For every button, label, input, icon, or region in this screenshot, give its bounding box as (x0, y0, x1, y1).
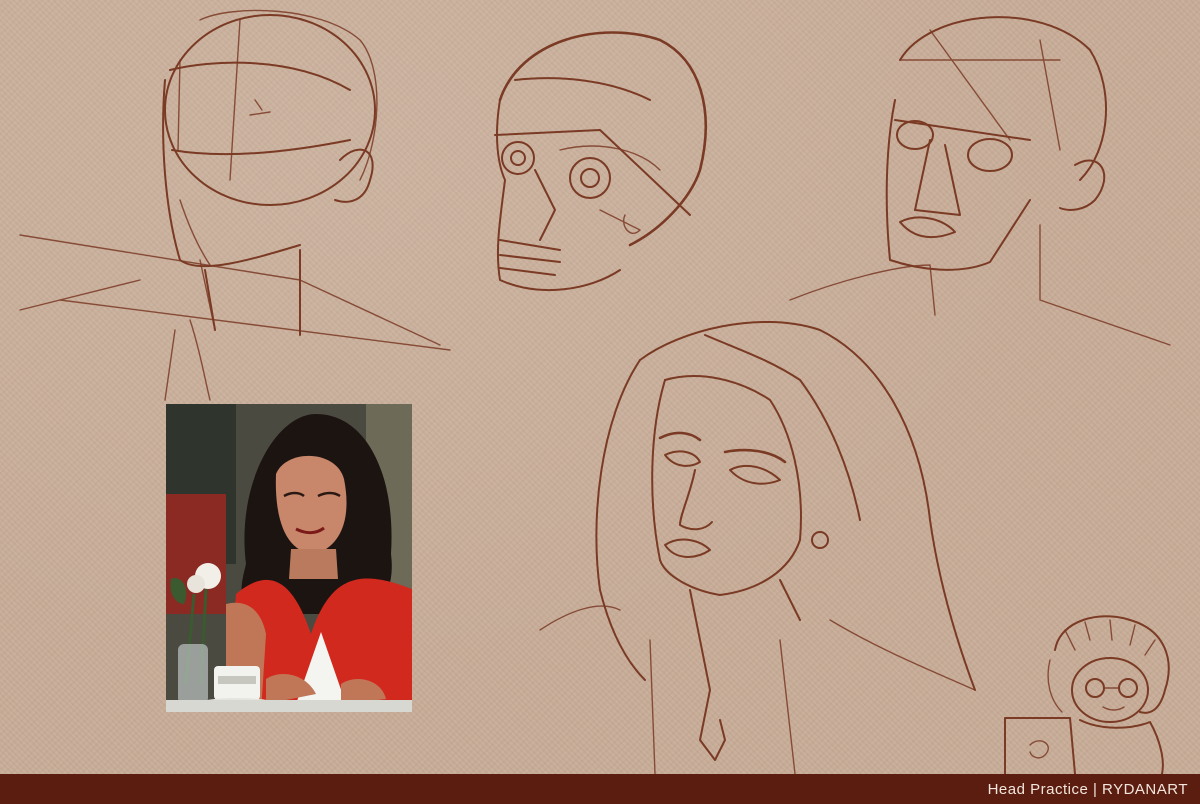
reference-photo-illustration (166, 404, 412, 712)
reference-photo (166, 404, 412, 712)
head-construction-sketch (19, 9, 451, 401)
skull-sketch (494, 31, 707, 291)
planar-head-sketch (789, 16, 1171, 346)
footer-bar: Head Practice | RYDANART (0, 774, 1200, 804)
portrait-sketch (539, 320, 976, 774)
self-portrait-doodle (1004, 615, 1170, 774)
footer-caption: Head Practice | RYDANART (987, 780, 1188, 798)
